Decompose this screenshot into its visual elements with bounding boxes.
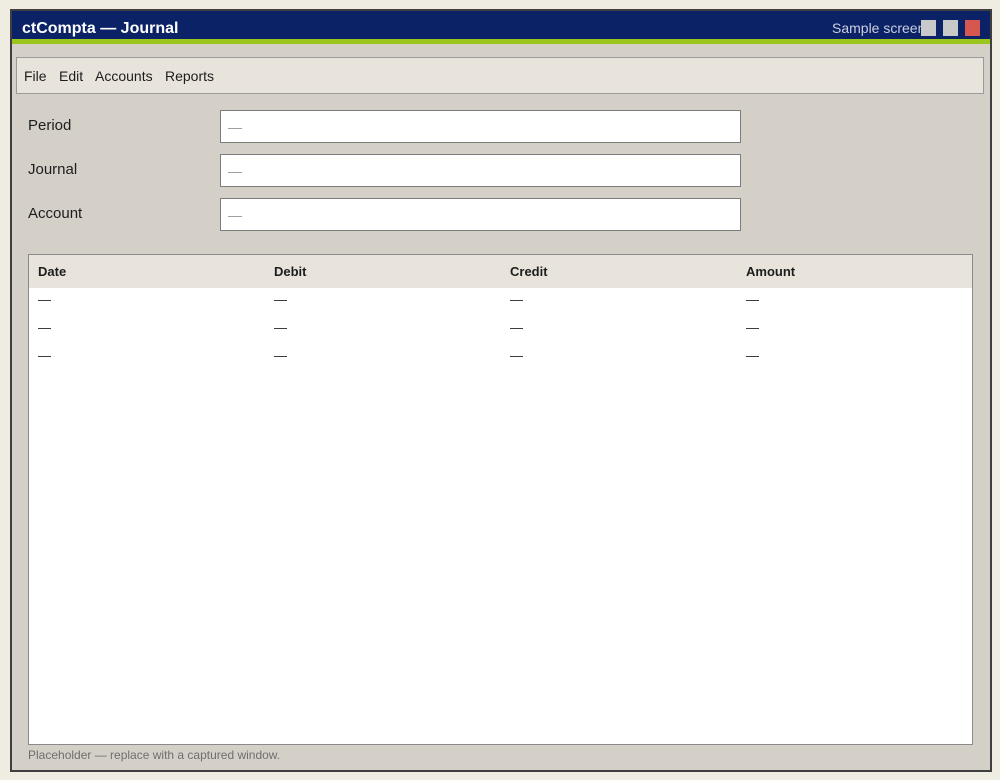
column-header-debit[interactable]: Debit (274, 264, 307, 280)
app-window: ctCompta — Journal Sample screen File Ed… (10, 9, 992, 772)
menu-accounts[interactable]: Accounts (95, 68, 153, 84)
menu-edit[interactable]: Edit (59, 68, 83, 84)
cell-date: — (38, 320, 51, 335)
cell-debit: — (274, 320, 287, 335)
account-label: Account (28, 205, 83, 222)
menu-reports[interactable]: Reports (165, 68, 214, 84)
journal-input[interactable] (220, 154, 741, 187)
period-input[interactable] (220, 110, 741, 143)
cell-amount: — (746, 320, 759, 335)
cell-credit: — (510, 320, 523, 335)
column-header-credit[interactable]: Credit (510, 264, 548, 280)
close-button[interactable] (965, 20, 980, 36)
table-row[interactable]: — — — — (29, 316, 972, 344)
minimize-button[interactable] (921, 20, 936, 36)
menu-bar: File Edit Accounts Reports (16, 57, 984, 94)
window-title: ctCompta — Journal (22, 20, 179, 37)
footer-note: Placeholder — replace with a captured wi… (28, 748, 281, 762)
column-header-date[interactable]: Date (38, 264, 66, 280)
cell-debit: — (274, 292, 287, 307)
cell-credit: — (510, 292, 523, 307)
journal-label: Journal (28, 161, 78, 178)
maximize-button[interactable] (943, 20, 958, 36)
cell-amount: — (746, 348, 759, 363)
table-row[interactable]: — — — — (29, 344, 972, 372)
table-row[interactable]: — — — — (29, 288, 972, 316)
journal-table: Date Debit Credit Amount — — — — — — — —… (28, 254, 973, 745)
table-header: Date Debit Credit Amount (29, 255, 972, 288)
cell-debit: — (274, 348, 287, 363)
cell-amount: — (746, 292, 759, 307)
menu-file[interactable]: File (24, 68, 47, 84)
window-caption: Sample screen (832, 20, 926, 36)
cell-date: — (38, 292, 51, 307)
cell-date: — (38, 348, 51, 363)
period-label: Period (28, 117, 72, 134)
title-bar[interactable]: ctCompta — Journal Sample screen (12, 11, 990, 44)
cell-credit: — (510, 348, 523, 363)
column-header-amount[interactable]: Amount (746, 264, 795, 280)
account-input[interactable] (220, 198, 741, 231)
